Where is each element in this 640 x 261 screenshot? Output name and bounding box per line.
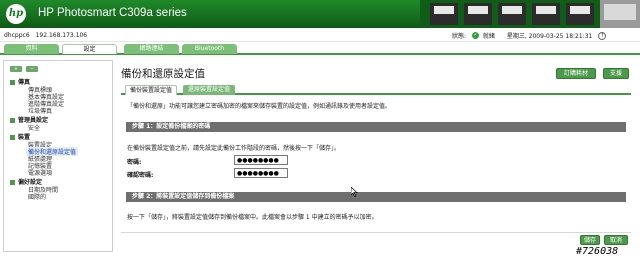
- collapse-box-icon: [10, 80, 15, 85]
- save-button[interactable]: 儲存: [580, 235, 600, 245]
- tab-info[interactable]: 資料: [4, 44, 59, 54]
- sidebar-item-security[interactable]: 安全: [28, 123, 40, 132]
- tab-networking[interactable]: 網路連結: [124, 44, 179, 54]
- help-icon[interactable]: ?: [598, 31, 607, 40]
- status-datetime: 星期三, 2009-03-25 18:21:31: [506, 33, 593, 40]
- password-field[interactable]: [234, 155, 288, 165]
- device-status: 狀態: ✓ 就緒 星期三, 2009-03-25 18:21:31 ?: [452, 31, 607, 40]
- sidebar-item-international[interactable]: 國際的: [28, 192, 46, 201]
- printer-banner-image: [420, 0, 640, 28]
- page-description: 「備份和還原」功能可讓您建立密碼加密的檔案來儲存裝置的設定值，例如通訊錄及使用者…: [127, 103, 392, 110]
- sidebar-controls: + −: [10, 65, 40, 72]
- subtabs: 備份裝置設定值 還原裝置設定值: [121, 84, 631, 95]
- step2-header: 步驟 2：將裝置設定值儲存到備份檔案: [126, 192, 626, 202]
- tab-restore-settings[interactable]: 還原裝置設定值: [183, 85, 235, 95]
- product-title: HP Photosmart C309a series: [38, 7, 187, 19]
- divider: [121, 232, 631, 233]
- password-label: 密碼:: [127, 159, 142, 166]
- tab-backup-settings[interactable]: 備份裝置設定值: [125, 85, 177, 95]
- sidebar-group-device[interactable]: 裝置: [10, 132, 30, 141]
- ready-check-icon: ✓: [471, 32, 479, 39]
- hp-logo: hp: [6, 4, 26, 24]
- step2-note: 按一下「儲存」，將裝置設定值儲存到備份檔案中。此檔案會以步驟 1 中建立的密碼予…: [127, 214, 378, 221]
- collapse-all-button[interactable]: −: [25, 66, 38, 72]
- main-tabs: 資料 設定 網路連結 Bluetooth: [0, 42, 640, 55]
- host-name: dhcppc6: [4, 32, 30, 39]
- sidebar-group-fax[interactable]: 傳真: [10, 77, 30, 86]
- collapse-box-icon: [10, 118, 15, 123]
- collapse-box-icon: [10, 180, 15, 185]
- tab-settings[interactable]: 設定: [62, 44, 117, 54]
- host-ip: 192.168.173.106: [35, 32, 88, 39]
- step1-note: 在備份裝置設定值之前，請先設定此備份工作階段的密碼，然後按一下「儲存」。: [127, 145, 341, 152]
- support-button[interactable]: 支援: [603, 68, 629, 79]
- host-info: dhcppc6 192.168.173.106: [4, 32, 87, 39]
- confirm-password-label: 確認密碼:: [127, 172, 154, 179]
- step1-header: 步驟 1：設定備份檔案的密碼: [126, 122, 626, 132]
- sidebar-item-power-options[interactable]: 電源選項: [28, 168, 52, 177]
- status-value: 就緒: [482, 33, 495, 40]
- page-title: 備份和還原設定值: [121, 68, 205, 80]
- status-bar: dhcppc6 192.168.173.106 狀態: ✓ 就緒 星期三, 20…: [0, 28, 640, 42]
- watermark: #726038: [576, 246, 619, 257]
- expand-all-button[interactable]: +: [10, 66, 22, 72]
- tab-bluetooth[interactable]: Bluetooth: [182, 44, 237, 54]
- mouse-cursor-icon: [351, 187, 358, 197]
- sidebar: + − 傳真 傳真標頭 基本傳真設定 進階傳真設定 垃圾傳真 管理員設定 安全 …: [3, 60, 113, 252]
- status-label: 狀態:: [452, 33, 467, 40]
- app-header: hp HP Photosmart C309a series: [0, 0, 640, 28]
- order-supplies-button[interactable]: 訂購耗材: [556, 68, 596, 79]
- collapse-box-icon: [10, 135, 15, 140]
- confirm-password-field[interactable]: [234, 168, 288, 178]
- cancel-button[interactable]: 取消: [604, 235, 628, 245]
- sidebar-item-junk-fax[interactable]: 垃圾傳真: [28, 106, 52, 115]
